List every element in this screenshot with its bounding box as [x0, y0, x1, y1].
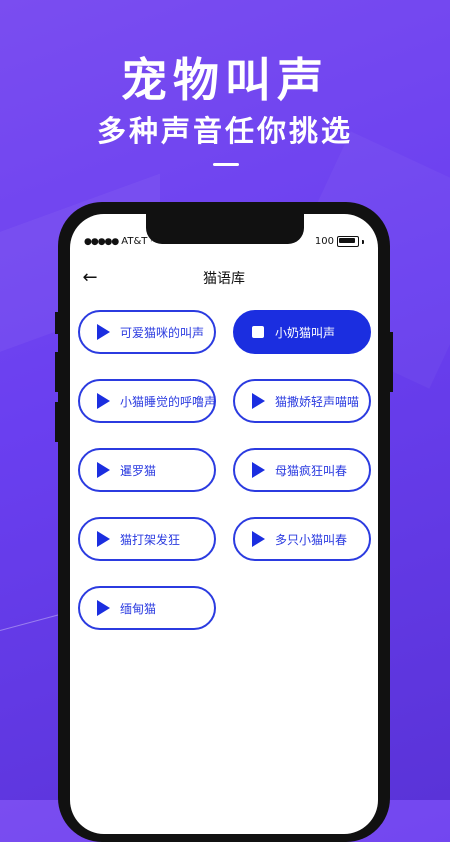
sound-button[interactable]: 多只小猫叫春 — [233, 517, 371, 561]
carrier-label: AT&T — [121, 236, 148, 247]
sound-button[interactable]: 缅甸猫 — [78, 586, 216, 630]
phone-side-button — [55, 312, 58, 334]
sound-label: 小猫睡觉的呼噜声 — [120, 394, 217, 409]
promo-divider — [213, 163, 239, 166]
play-icon — [251, 531, 265, 547]
wifi-icon: ◠ — [150, 236, 159, 247]
sound-label: 可爱猫咪的叫声 — [120, 325, 205, 340]
phone-side-button — [390, 332, 393, 392]
phone-screen: ●●●●● AT&T ◠ 100 猫语库 ← 可爱猫咪的叫声 小奶猫叫声 小猫睡… — [70, 214, 378, 834]
sound-button[interactable]: 猫撒娇轻声喵喵 — [233, 379, 371, 423]
play-icon — [251, 462, 265, 478]
phone-side-button — [55, 402, 58, 442]
sound-button[interactable]: 小猫睡觉的呼噜声 — [78, 379, 216, 423]
sound-button[interactable]: 猫打架发狂 — [78, 517, 216, 561]
play-icon — [96, 393, 110, 409]
sound-button[interactable]: 可爱猫咪的叫声 — [78, 310, 216, 354]
back-arrow-icon[interactable]: ← — [78, 266, 102, 290]
nav-bar: 猫语库 ← — [70, 266, 378, 290]
sound-label: 缅甸猫 — [120, 601, 157, 616]
play-icon — [96, 462, 110, 478]
stop-icon — [251, 324, 265, 340]
phone-side-button — [55, 352, 58, 392]
sound-label: 猫撒娇轻声喵喵 — [275, 394, 360, 409]
sound-button-active[interactable]: 小奶猫叫声 — [233, 310, 371, 354]
signal-icon: ●●●●● — [84, 236, 119, 247]
play-icon — [96, 324, 110, 340]
status-bar: ●●●●● AT&T ◠ 100 — [70, 236, 378, 250]
page-title: 猫语库 — [203, 271, 245, 287]
sound-label: 母猫疯狂叫春 — [275, 463, 348, 478]
sound-label: 暹罗猫 — [120, 463, 157, 478]
sound-button[interactable]: 母猫疯狂叫春 — [233, 448, 371, 492]
phone-frame: ●●●●● AT&T ◠ 100 猫语库 ← 可爱猫咪的叫声 小奶猫叫声 小猫睡… — [55, 202, 393, 842]
battery-tip — [362, 239, 364, 244]
battery-icon — [337, 236, 359, 247]
promo-subheadline: 多种声音任你挑选 — [96, 114, 353, 148]
sound-button[interactable]: 暹罗猫 — [78, 448, 216, 492]
promo-headline: 宠物叫声 — [121, 53, 329, 107]
play-icon — [96, 531, 110, 547]
play-icon — [96, 600, 110, 616]
battery-percent: 100 — [314, 236, 334, 247]
sound-label: 多只小猫叫春 — [275, 532, 348, 547]
sound-label: 小奶猫叫声 — [275, 325, 336, 340]
sound-label: 猫打架发狂 — [120, 532, 181, 547]
play-icon — [251, 393, 265, 409]
